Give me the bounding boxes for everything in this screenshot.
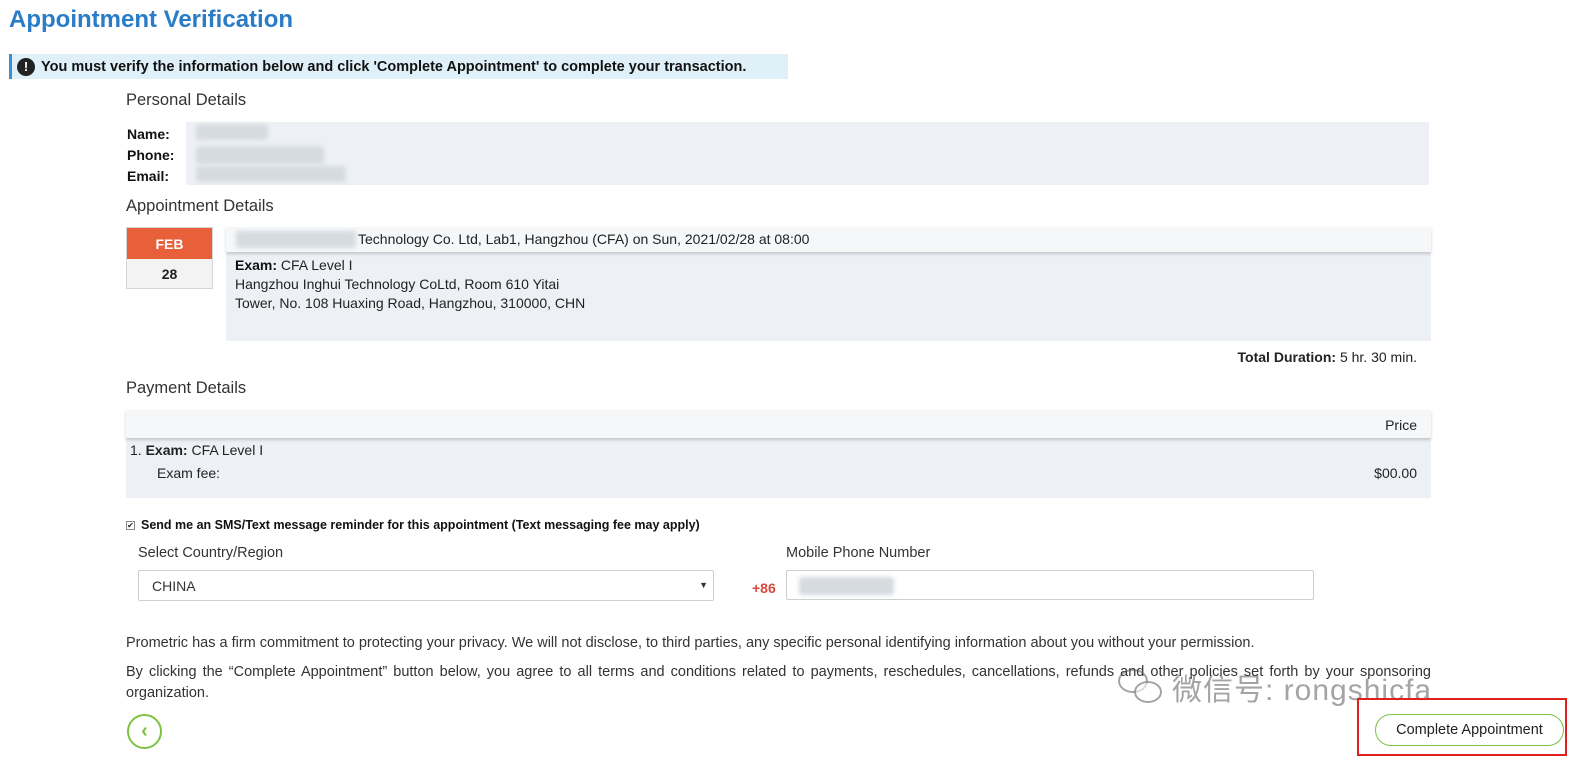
item-number: 1. bbox=[130, 442, 146, 458]
appointment-date-calendar: FEB 28 bbox=[126, 227, 213, 289]
exam-value: CFA Level I bbox=[277, 257, 353, 273]
verification-alert: ! You must verify the information below … bbox=[9, 54, 788, 79]
email-label: Email: bbox=[127, 168, 170, 184]
redacted-phone bbox=[196, 146, 324, 164]
wechat-icon bbox=[1118, 669, 1164, 705]
country-code-prefix: +86 bbox=[752, 580, 776, 596]
exclamation-icon: ! bbox=[17, 57, 35, 76]
calendar-day: 28 bbox=[161, 265, 178, 282]
redacted-email bbox=[196, 166, 346, 182]
duration-value: 5 hr. 30 min. bbox=[1336, 349, 1417, 365]
country-selected-value: CHINA bbox=[152, 577, 196, 594]
price-column-header: Price bbox=[1385, 417, 1417, 433]
phone-label: Phone: bbox=[127, 147, 175, 163]
item-exam-label: Exam: bbox=[145, 442, 188, 458]
country-select[interactable]: CHINA ▼ bbox=[138, 570, 714, 601]
appointment-location-header: Technology Co. Ltd, Lab1, Hangzhou (CFA)… bbox=[226, 227, 1431, 252]
payment-table-header: Price bbox=[126, 410, 1431, 438]
item-exam-value: CFA Level I bbox=[187, 442, 264, 458]
payment-details-table: Price 1. Exam: CFA Level I Exam fee: $00… bbox=[126, 410, 1431, 498]
mobile-phone-label: Mobile Phone Number bbox=[786, 545, 931, 561]
country-label: Select Country/Region bbox=[138, 545, 284, 561]
redacted-center-name bbox=[236, 231, 356, 248]
exam-label: Exam: bbox=[235, 257, 278, 273]
duration-label: Total Duration: bbox=[1237, 349, 1337, 365]
complete-appointment-button[interactable]: Complete Appointment bbox=[1375, 714, 1564, 746]
address-line-1: Hangzhou Inghui Technology CoLtd, Room 6… bbox=[235, 276, 560, 292]
dropdown-arrow-icon: ▼ bbox=[699, 580, 708, 590]
personal-details-box bbox=[186, 122, 1429, 185]
appointment-details-heading: Appointment Details bbox=[126, 197, 274, 215]
sms-checkbox[interactable]: ✔ bbox=[126, 520, 135, 530]
name-label: Name: bbox=[127, 126, 170, 142]
appointment-location-text: Technology Co. Ltd, Lab1, Hangzhou (CFA)… bbox=[358, 231, 810, 247]
sms-reminder-option[interactable]: ✔ Send me an SMS/Text message reminder f… bbox=[126, 518, 700, 532]
page-title: Appointment Verification bbox=[9, 6, 294, 33]
alert-text: You must verify the information below an… bbox=[41, 58, 747, 75]
personal-details-heading: Personal Details bbox=[126, 91, 247, 109]
sms-checkbox-label: Send me an SMS/Text message reminder for… bbox=[141, 518, 700, 532]
privacy-statement: Prometric has a firm commitment to prote… bbox=[126, 635, 1255, 651]
redacted-name bbox=[196, 124, 268, 140]
payment-details-heading: Payment Details bbox=[126, 379, 247, 397]
appointment-info: Exam: CFA Level I Hangzhou Inghui Techno… bbox=[235, 256, 585, 313]
address-line-2: Tower, No. 108 Huaxing Road, Hangzhou, 3… bbox=[235, 295, 586, 311]
payment-item: 1. Exam: CFA Level I bbox=[130, 442, 263, 458]
personal-details-labels: Name: Phone: Email: bbox=[127, 124, 174, 187]
back-button[interactable]: ‹ bbox=[127, 714, 162, 749]
redacted-phone-number bbox=[799, 577, 894, 595]
appointment-details-box: Technology Co. Ltd, Lab1, Hangzhou (CFA)… bbox=[226, 227, 1431, 341]
exam-fee-label: Exam fee: bbox=[157, 465, 221, 481]
exam-fee-amount: $00.00 bbox=[1374, 465, 1417, 481]
mobile-phone-input[interactable] bbox=[786, 570, 1314, 600]
calendar-month: FEB bbox=[127, 228, 212, 259]
total-duration: Total Duration: 5 hr. 30 min. bbox=[1238, 349, 1417, 365]
